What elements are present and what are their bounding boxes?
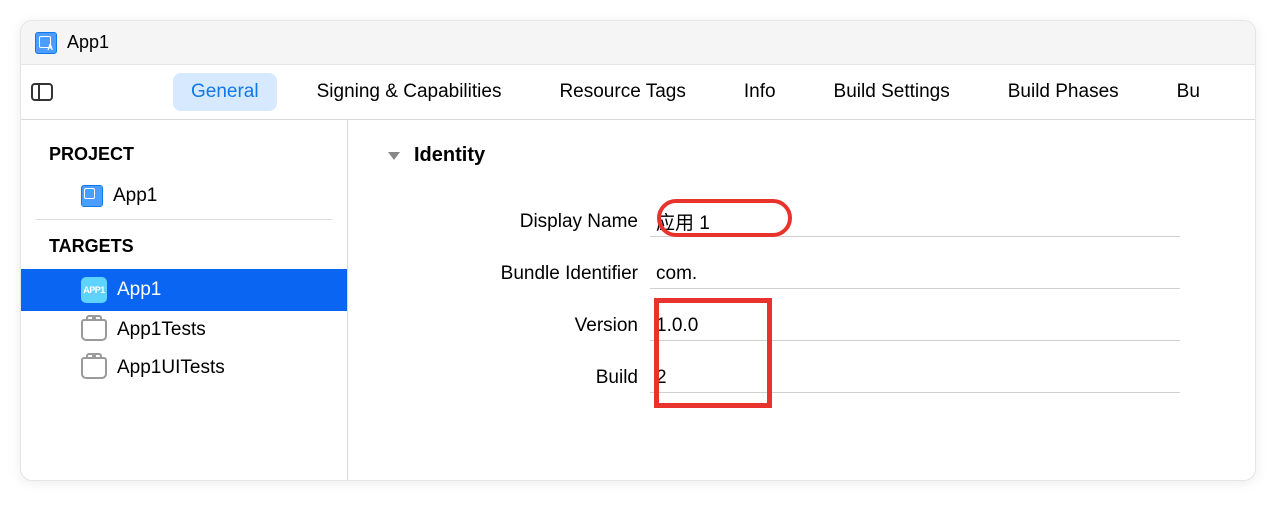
tab-build-rules[interactable]: Bu (1159, 73, 1200, 111)
tab-build-settings[interactable]: Build Settings (816, 73, 968, 111)
tab-info[interactable]: Info (726, 73, 794, 111)
tab-build-phases[interactable]: Build Phases (990, 73, 1137, 111)
display-name-label: Display Name (388, 211, 650, 233)
title-bar: App1 (21, 21, 1255, 65)
tab-resource-tags[interactable]: Resource Tags (541, 73, 703, 111)
sidebar-divider (35, 219, 333, 220)
sidebar-target-uitests[interactable]: App1UITests (21, 349, 347, 387)
sidebar-project-label: App1 (113, 185, 157, 207)
project-heading: PROJECT (21, 138, 347, 177)
sidebar-target-tests[interactable]: App1Tests (21, 311, 347, 349)
tab-general[interactable]: General (173, 73, 277, 111)
version-row: Version (388, 311, 1215, 341)
build-input[interactable] (650, 363, 1180, 393)
section-header[interactable]: Identity (388, 144, 1215, 167)
identity-form: Display Name Bundle Identifier Version B… (388, 207, 1215, 393)
project-navigator-sidebar: PROJECT App1 TARGETS APP1 App1 App1Tests… (21, 120, 348, 480)
xcode-window: App1 General Signing & Capabilities Reso… (20, 20, 1256, 481)
main-panel: Identity Display Name Bundle Identifier … (348, 120, 1255, 480)
section-title: Identity (414, 144, 485, 167)
targets-heading: TARGETS (21, 230, 347, 269)
bundle-id-label: Bundle Identifier (388, 263, 650, 285)
build-row: Build (388, 363, 1215, 393)
xcode-project-icon (81, 185, 103, 207)
version-input[interactable] (650, 311, 1180, 341)
build-label: Build (388, 367, 650, 389)
sidebar-project-item[interactable]: App1 (21, 177, 347, 215)
version-label: Version (388, 315, 650, 337)
sidebar-target-label: App1Tests (117, 319, 206, 341)
sidebar-toggle-icon[interactable] (31, 83, 53, 101)
display-name-row: Display Name (388, 207, 1215, 237)
title-text: App1 (67, 32, 109, 53)
test-target-icon (81, 319, 107, 341)
tab-signing-capabilities[interactable]: Signing & Capabilities (299, 73, 520, 111)
xcode-project-icon (35, 32, 57, 54)
sidebar-target-label: App1UITests (117, 357, 225, 379)
bundle-id-row: Bundle Identifier (388, 259, 1215, 289)
test-target-icon (81, 357, 107, 379)
tab-bar: General Signing & Capabilities Resource … (21, 65, 1255, 120)
bundle-id-input[interactable] (650, 259, 1180, 289)
app-target-icon: APP1 (81, 277, 107, 303)
sidebar-target-label: App1 (117, 279, 161, 301)
sidebar-target-app[interactable]: APP1 App1 (21, 269, 347, 311)
content-area: PROJECT App1 TARGETS APP1 App1 App1Tests… (21, 120, 1255, 480)
display-name-input[interactable] (650, 207, 1180, 237)
chevron-down-icon (388, 152, 400, 160)
